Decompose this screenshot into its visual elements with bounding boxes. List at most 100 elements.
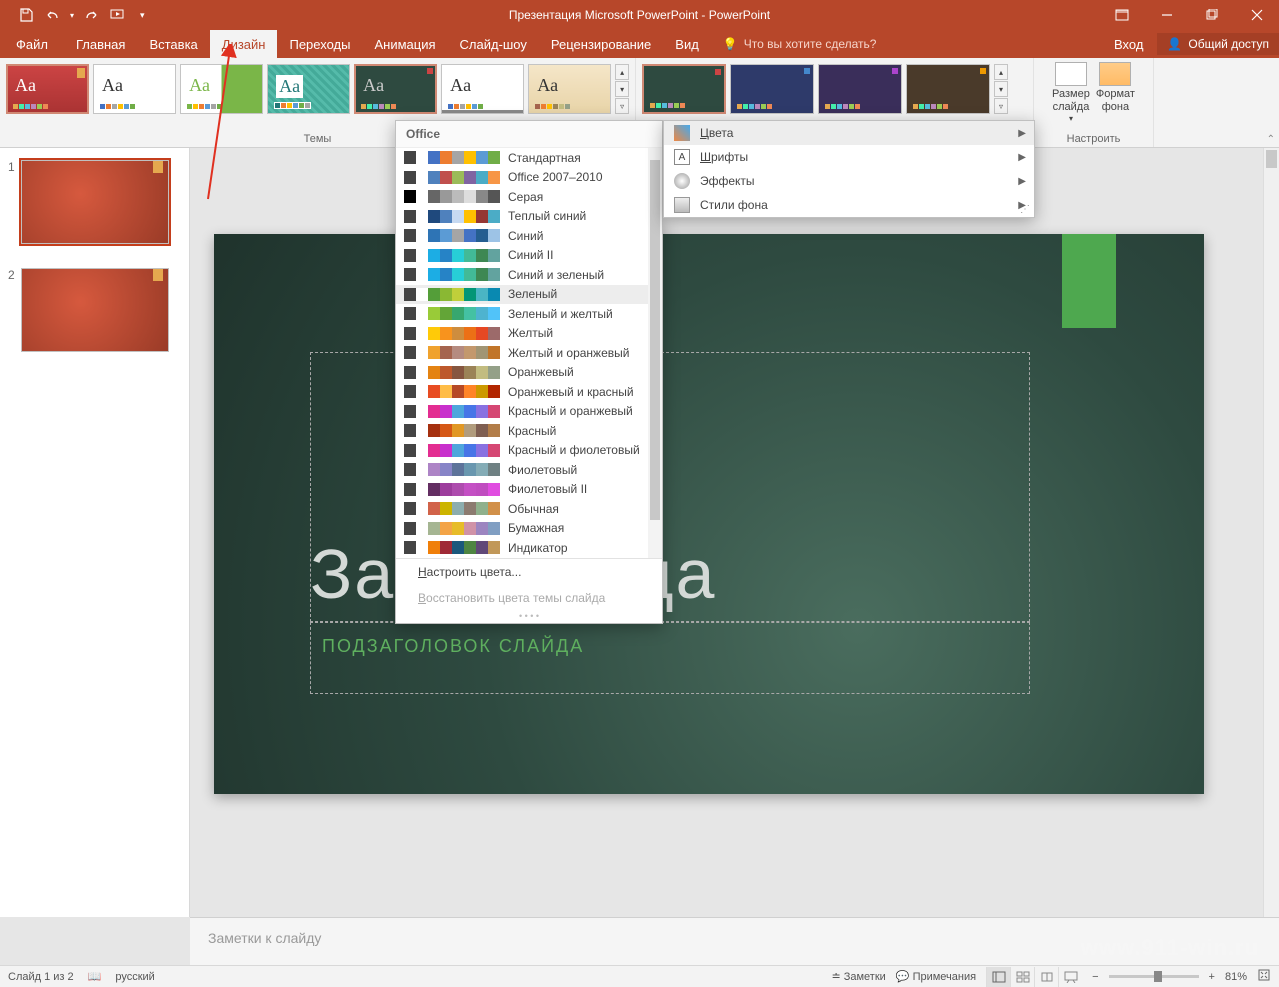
normal-view-icon[interactable]: [986, 967, 1010, 987]
color-scheme-item[interactable]: Зеленый: [396, 285, 662, 305]
slideshow-view-icon[interactable]: [1058, 967, 1082, 987]
variant-tile[interactable]: [642, 64, 726, 114]
signin-link[interactable]: Вход: [1114, 37, 1143, 52]
submenu-arrow-icon: ▶: [1018, 176, 1026, 187]
color-scheme-item[interactable]: Фиолетовый II: [396, 480, 662, 500]
zoom-slider[interactable]: [1109, 975, 1199, 978]
tell-me-search[interactable]: 💡 Что вы хотите сделать?: [723, 30, 877, 58]
close-icon[interactable]: [1234, 0, 1279, 30]
color-scheme-item[interactable]: Индикатор: [396, 538, 662, 558]
color-scheme-item[interactable]: Желтый: [396, 324, 662, 344]
gallery-more-icon[interactable]: ▿: [994, 98, 1008, 114]
color-scheme-item[interactable]: Office 2007–2010: [396, 168, 662, 188]
tab-design[interactable]: Дизайн: [210, 30, 278, 58]
color-swatch: [404, 483, 500, 496]
slide-number: 2: [8, 268, 15, 352]
zoom-level[interactable]: 81%: [1225, 971, 1247, 983]
tab-insert[interactable]: Вставка: [137, 30, 209, 58]
slide-count[interactable]: Слайд 1 из 2: [8, 971, 74, 983]
variant-tile[interactable]: [730, 64, 814, 114]
gallery-down-icon[interactable]: ▾: [994, 81, 1008, 97]
color-scheme-item[interactable]: Оранжевый и красный: [396, 382, 662, 402]
spell-check-icon[interactable]: 📖: [88, 970, 102, 983]
slide-thumbnail[interactable]: [21, 268, 169, 352]
undo-dropdown-icon[interactable]: ▾: [70, 11, 74, 20]
notes-pane[interactable]: Заметки к слайду www.911-win.ru: [190, 917, 1279, 965]
menu-item-bg-styles[interactable]: Стили фона ▶: [664, 193, 1034, 217]
color-scheme-item[interactable]: Желтый и оранжевый: [396, 343, 662, 363]
color-scheme-item[interactable]: Синий II: [396, 246, 662, 266]
gallery-more-icon[interactable]: ▿: [615, 98, 629, 114]
notes-toggle[interactable]: ≐ Заметки: [831, 970, 885, 983]
customize-colors-item[interactable]: Настроить цвета...: [396, 559, 662, 585]
theme-tile[interactable]: Aa: [441, 64, 524, 114]
color-scheme-item[interactable]: Синий: [396, 226, 662, 246]
language-indicator[interactable]: русский: [115, 971, 154, 983]
comments-toggle[interactable]: 💬 Примечания: [896, 970, 976, 983]
tab-home[interactable]: Главная: [64, 30, 137, 58]
tab-animations[interactable]: Анимация: [362, 30, 447, 58]
tab-file[interactable]: Файл: [0, 30, 64, 58]
theme-tile[interactable]: Aa: [180, 64, 263, 114]
reading-view-icon[interactable]: [1034, 967, 1058, 987]
zoom-out-icon[interactable]: −: [1092, 971, 1098, 983]
share-button[interactable]: 👤 Общий доступ: [1157, 33, 1279, 55]
theme-tile[interactable]: Aa: [6, 64, 89, 114]
tab-review[interactable]: Рецензирование: [539, 30, 663, 58]
format-background-button[interactable]: Формат фона: [1096, 62, 1135, 124]
scrollbar[interactable]: [648, 148, 662, 558]
maximize-icon[interactable]: [1189, 0, 1234, 30]
variants-dropdown-menu: Цвета ▶ A Шрифты ▶ Эффекты ▶ Стили фона …: [663, 120, 1035, 218]
color-scheme-item[interactable]: Бумажная: [396, 519, 662, 539]
color-scheme-item[interactable]: Красный и оранжевый: [396, 402, 662, 422]
subtitle-placeholder[interactable]: [310, 622, 1030, 694]
color-scheme-item[interactable]: Красный: [396, 421, 662, 441]
theme-tile[interactable]: Aa: [354, 64, 437, 114]
tab-view[interactable]: Вид: [663, 30, 711, 58]
color-scheme-item[interactable]: Зеленый и желтый: [396, 304, 662, 324]
slide-thumbnail[interactable]: [21, 160, 169, 244]
theme-tile[interactable]: Aa: [528, 64, 611, 114]
vertical-scrollbar[interactable]: [1263, 148, 1279, 917]
theme-tile[interactable]: Aa: [267, 64, 350, 114]
color-scheme-item[interactable]: Обычная: [396, 499, 662, 519]
gallery-up-icon[interactable]: ▴: [994, 64, 1008, 80]
slideshow-from-start-icon[interactable]: [110, 7, 126, 23]
save-icon[interactable]: [18, 7, 34, 23]
color-scheme-item[interactable]: Стандартная: [396, 148, 662, 168]
slide-canvas[interactable]: За к слайда ПОДЗАГОЛОВОК СЛАЙДА: [214, 234, 1204, 794]
color-swatch: [404, 229, 500, 242]
collapse-ribbon-icon[interactable]: ⌃: [1267, 134, 1275, 145]
zoom-in-icon[interactable]: +: [1209, 971, 1215, 983]
variant-tile[interactable]: [818, 64, 902, 114]
colors-list: СтандартнаяOffice 2007–2010СераяТеплый с…: [396, 148, 662, 558]
color-scheme-item[interactable]: Синий и зеленый: [396, 265, 662, 285]
menu-item-fonts[interactable]: A Шрифты ▶: [664, 145, 1034, 169]
resize-grip-icon[interactable]: ⋰: [1020, 204, 1030, 215]
color-scheme-item[interactable]: Фиолетовый: [396, 460, 662, 480]
theme-tile[interactable]: Aa: [93, 64, 176, 114]
redo-icon[interactable]: [84, 7, 100, 23]
gallery-up-icon[interactable]: ▴: [615, 64, 629, 80]
qat-customize-icon[interactable]: ▾: [140, 10, 145, 21]
color-scheme-item[interactable]: Теплый синий: [396, 207, 662, 227]
slide-size-button[interactable]: Размер слайда ▾: [1052, 62, 1090, 124]
fit-to-window-icon[interactable]: [1257, 968, 1271, 985]
tab-transitions[interactable]: Переходы: [277, 30, 362, 58]
colors-icon: [674, 125, 690, 141]
menu-item-colors[interactable]: Цвета ▶: [664, 121, 1034, 145]
ribbon-tabs: Файл Главная Вставка Дизайн Переходы Ани…: [0, 30, 1279, 58]
menu-item-effects[interactable]: Эффекты ▶: [664, 169, 1034, 193]
sorter-view-icon[interactable]: [1010, 967, 1034, 987]
color-scheme-item[interactable]: Оранжевый: [396, 363, 662, 383]
gallery-down-icon[interactable]: ▾: [615, 81, 629, 97]
color-scheme-item[interactable]: Красный и фиолетовый: [396, 441, 662, 461]
tab-slideshow[interactable]: Слайд-шоу: [448, 30, 539, 58]
ribbon-display-icon[interactable]: [1099, 0, 1144, 30]
color-scheme-item[interactable]: Серая: [396, 187, 662, 207]
undo-icon[interactable]: [44, 7, 60, 23]
variant-tile[interactable]: [906, 64, 990, 114]
resize-grip-icon[interactable]: • • • •: [396, 611, 662, 623]
minimize-icon[interactable]: [1144, 0, 1189, 30]
format-bg-icon: [1099, 62, 1131, 86]
